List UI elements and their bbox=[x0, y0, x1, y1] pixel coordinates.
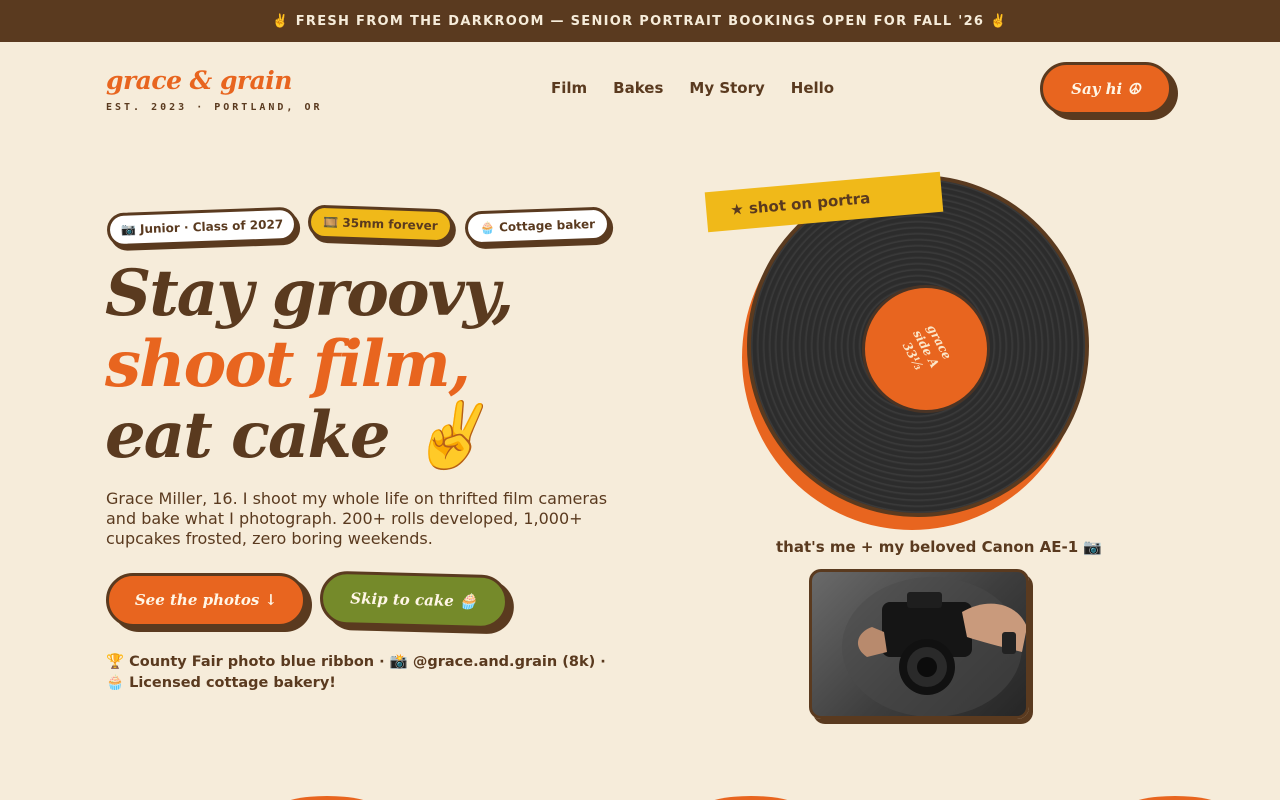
hero-headline: Stay groovy, shoot film, eat cake ✌️ bbox=[105, 256, 514, 473]
camera-photo bbox=[809, 569, 1029, 719]
awards-line: 🏆 County Fair photo blue ribbon · 📸 @gra… bbox=[106, 654, 606, 691]
decorative-blob bbox=[706, 796, 796, 800]
nav-link-bakes[interactable]: Bakes bbox=[613, 79, 663, 97]
chip-cottage-baker: 🧁 Cottage baker bbox=[464, 206, 611, 246]
photo-caption: that's me + my beloved Canon AE-1 📷 bbox=[776, 538, 1103, 556]
see-photos-button[interactable]: See the photos ↓ bbox=[106, 573, 306, 627]
nav-link-hello[interactable]: Hello bbox=[791, 79, 834, 97]
camera-illustration bbox=[842, 577, 1026, 716]
hero-intro: Grace Miller, 16. I shoot my whole life … bbox=[106, 489, 608, 548]
announcement-bar: ✌️ FRESH FROM THE DARKROOM — SENIOR PORT… bbox=[0, 0, 1280, 42]
record-label: grace side A 33⅓ bbox=[862, 285, 990, 413]
decorative-blob bbox=[282, 796, 372, 800]
nav-link-film[interactable]: Film bbox=[551, 79, 587, 97]
skip-to-cake-button[interactable]: Skip to cake 🧁 bbox=[319, 570, 509, 630]
main-nav: Film Bakes My Story Hello bbox=[551, 79, 834, 97]
chip-35mm: 🎞️ 35mm forever bbox=[307, 204, 454, 244]
site-tagline: EST. 2023 · PORTLAND, OR bbox=[106, 102, 323, 113]
vinyl-record: grace side A 33⅓ bbox=[742, 175, 1092, 530]
say-hi-button[interactable]: Say hi ☮ bbox=[1040, 62, 1172, 115]
decorative-blob bbox=[1130, 796, 1220, 800]
headline-line-2: shoot film, bbox=[105, 327, 471, 402]
nav-link-my-story[interactable]: My Story bbox=[689, 79, 764, 97]
record-label-text: grace side A 33⅓ bbox=[844, 267, 1009, 432]
site-logo[interactable]: grace & grain bbox=[106, 66, 292, 95]
tape-text: ★ shot on portra bbox=[729, 188, 871, 220]
headline-line-1: Stay groovy, bbox=[105, 256, 514, 331]
chip-class-year: 📷 Junior · Class of 2027 bbox=[106, 206, 298, 248]
headline-line-3: eat cake ✌️ bbox=[105, 398, 489, 473]
record-disc: grace side A 33⅓ bbox=[747, 175, 1089, 517]
announcement-text: ✌️ FRESH FROM THE DARKROOM — SENIOR PORT… bbox=[272, 13, 1008, 29]
